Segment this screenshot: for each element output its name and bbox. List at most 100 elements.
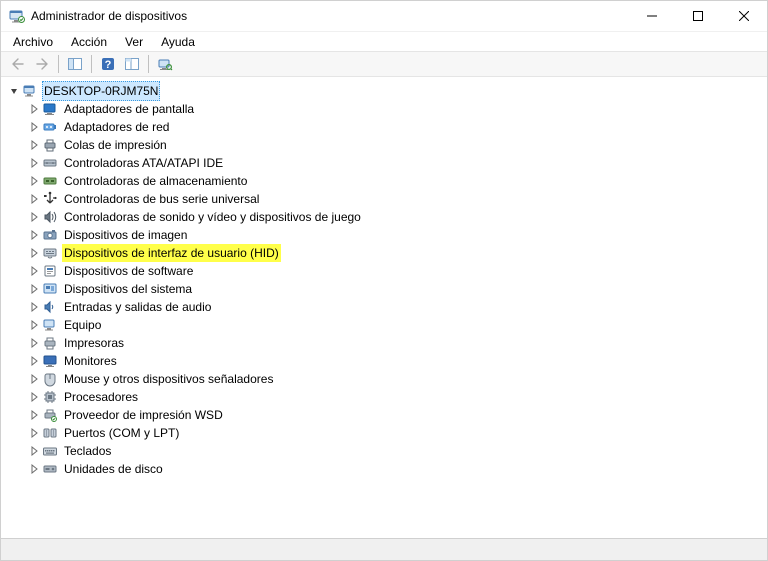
device-category[interactable]: Adaptadores de pantalla	[27, 100, 765, 118]
expand-collapse-icon[interactable]	[27, 318, 41, 332]
expand-collapse-icon[interactable]	[27, 408, 41, 422]
toolbar: ?	[1, 51, 767, 77]
scan-hardware-button[interactable]	[154, 53, 176, 75]
device-category[interactable]: Teclados	[27, 442, 765, 460]
menu-file[interactable]: Archivo	[5, 33, 61, 51]
device-category-label: Entradas y salidas de audio	[62, 298, 213, 316]
tree-root-label: DESKTOP-0RJM75N	[42, 81, 160, 101]
device-category[interactable]: Procesadores	[27, 388, 765, 406]
audio-io-icon	[42, 299, 58, 315]
device-categories: Adaptadores de pantallaAdaptadores de re…	[7, 100, 765, 478]
expand-collapse-icon[interactable]	[27, 390, 41, 404]
tree-root-computer[interactable]: DESKTOP-0RJM75N	[7, 81, 765, 100]
device-category-label: Proveedor de impresión WSD	[62, 406, 225, 424]
show-hide-tree-button[interactable]	[64, 53, 86, 75]
printer-icon	[42, 335, 58, 351]
device-category-label: Monitores	[62, 352, 119, 370]
device-category[interactable]: Adaptadores de red	[27, 118, 765, 136]
menu-help[interactable]: Ayuda	[153, 33, 203, 51]
app-icon	[9, 8, 25, 24]
device-tree: DESKTOP-0RJM75N Adaptadores de pantallaA…	[3, 79, 765, 478]
device-category-label: Teclados	[62, 442, 113, 460]
device-category-label: Equipo	[62, 316, 103, 334]
expand-collapse-icon[interactable]	[27, 354, 41, 368]
expand-collapse-icon[interactable]	[27, 174, 41, 188]
disk-drive-icon	[42, 461, 58, 477]
expand-collapse-icon[interactable]	[27, 156, 41, 170]
expand-collapse-icon[interactable]	[27, 426, 41, 440]
mouse-icon	[42, 371, 58, 387]
expand-collapse-icon[interactable]	[27, 102, 41, 116]
window-controls	[629, 1, 767, 31]
device-category-label: Controladoras de sonido y vídeo y dispos…	[62, 208, 363, 226]
menubar: Archivo Acción Ver Ayuda	[1, 31, 767, 51]
network-adapter-icon	[42, 119, 58, 135]
device-category[interactable]: Controladoras de almacenamiento	[27, 172, 765, 190]
expand-collapse-icon[interactable]	[27, 120, 41, 134]
device-category-label: Impresoras	[62, 334, 126, 352]
print-queue-icon	[42, 137, 58, 153]
device-category[interactable]: Dispositivos de software	[27, 262, 765, 280]
expand-collapse-icon[interactable]	[27, 336, 41, 350]
expand-collapse-icon[interactable]	[27, 210, 41, 224]
computer-icon	[22, 83, 38, 99]
expand-collapse-icon[interactable]	[27, 264, 41, 278]
device-category-label: Dispositivos del sistema	[62, 280, 194, 298]
toolbar-separator	[148, 55, 149, 73]
expand-collapse-icon[interactable]	[27, 462, 41, 476]
expand-collapse-icon[interactable]	[7, 84, 21, 98]
device-category[interactable]: Dispositivos de interfaz de usuario (HID…	[27, 244, 765, 262]
help-button[interactable]: ?	[97, 53, 119, 75]
device-category[interactable]: Dispositivos de imagen	[27, 226, 765, 244]
toolbar-separator	[91, 55, 92, 73]
expand-collapse-icon[interactable]	[27, 138, 41, 152]
usb-controller-icon	[42, 191, 58, 207]
device-category-label: Controladoras ATA/ATAPI IDE	[62, 154, 225, 172]
device-category[interactable]: Proveedor de impresión WSD	[27, 406, 765, 424]
device-category[interactable]: Puertos (COM y LPT)	[27, 424, 765, 442]
device-category[interactable]: Mouse y otros dispositivos señaladores	[27, 370, 765, 388]
expand-collapse-icon[interactable]	[27, 444, 41, 458]
device-category[interactable]: Unidades de disco	[27, 460, 765, 478]
back-button[interactable]	[7, 53, 29, 75]
maximize-button[interactable]	[675, 1, 721, 31]
software-device-icon	[42, 263, 58, 279]
device-category-label: Adaptadores de pantalla	[62, 100, 196, 118]
device-category[interactable]: Equipo	[27, 316, 765, 334]
device-category[interactable]: Controladoras ATA/ATAPI IDE	[27, 154, 765, 172]
expand-collapse-icon[interactable]	[27, 372, 41, 386]
hid-device-icon	[42, 245, 58, 261]
device-category[interactable]: Entradas y salidas de audio	[27, 298, 765, 316]
menu-view[interactable]: Ver	[117, 33, 151, 51]
device-category-label: Puertos (COM y LPT)	[62, 424, 181, 442]
imaging-device-icon	[42, 227, 58, 243]
expand-collapse-icon[interactable]	[27, 192, 41, 206]
toolbar-separator	[58, 55, 59, 73]
expand-collapse-icon[interactable]	[27, 228, 41, 242]
titlebar: Administrador de dispositivos	[1, 1, 767, 31]
expand-collapse-icon[interactable]	[27, 300, 41, 314]
device-category[interactable]: Controladoras de bus serie universal	[27, 190, 765, 208]
device-category[interactable]: Controladoras de sonido y vídeo y dispos…	[27, 208, 765, 226]
statusbar	[1, 538, 767, 560]
svg-text:?: ?	[105, 59, 112, 71]
device-category[interactable]: Dispositivos del sistema	[27, 280, 765, 298]
processor-icon	[42, 389, 58, 405]
display-adapter-icon	[42, 101, 58, 117]
device-category[interactable]: Impresoras	[27, 334, 765, 352]
device-category-label: Dispositivos de interfaz de usuario (HID…	[62, 244, 281, 262]
device-category-label: Dispositivos de imagen	[62, 226, 189, 244]
expand-collapse-icon[interactable]	[27, 282, 41, 296]
device-tree-pane[interactable]: DESKTOP-0RJM75N Adaptadores de pantallaA…	[1, 77, 767, 538]
device-category-label: Mouse y otros dispositivos señaladores	[62, 370, 275, 388]
minimize-button[interactable]	[629, 1, 675, 31]
device-category[interactable]: Monitores	[27, 352, 765, 370]
device-category-label: Adaptadores de red	[62, 118, 171, 136]
properties-button[interactable]	[121, 53, 143, 75]
expand-collapse-icon[interactable]	[27, 246, 41, 260]
close-button[interactable]	[721, 1, 767, 31]
menu-action[interactable]: Acción	[63, 33, 115, 51]
device-category[interactable]: Colas de impresión	[27, 136, 765, 154]
device-category-label: Controladoras de almacenamiento	[62, 172, 249, 190]
forward-button[interactable]	[31, 53, 53, 75]
